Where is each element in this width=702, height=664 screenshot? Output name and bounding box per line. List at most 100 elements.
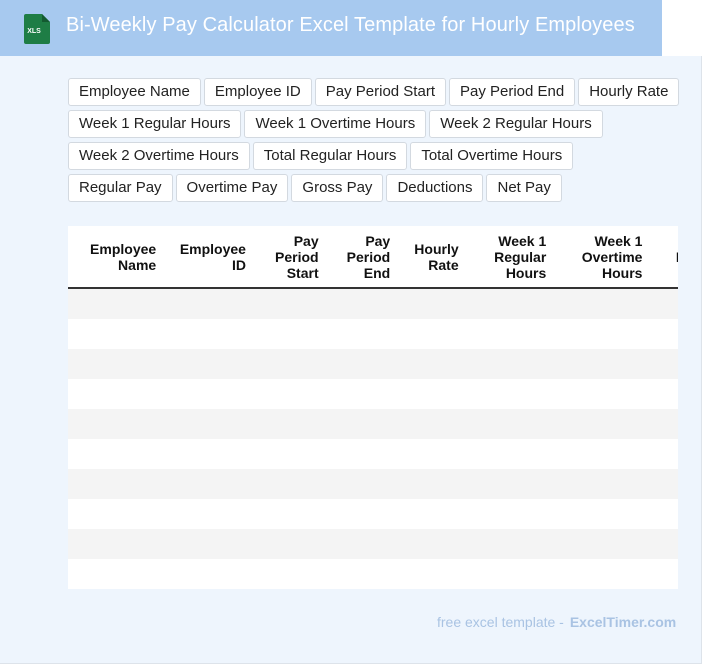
table-cell[interactable]	[326, 469, 399, 499]
table-cell[interactable]	[466, 499, 555, 529]
table-cell[interactable]	[326, 559, 399, 589]
table-cell[interactable]	[164, 439, 254, 469]
table-cell[interactable]	[650, 469, 678, 499]
column-header[interactable]: Employee ID	[164, 226, 254, 289]
table-cell[interactable]	[68, 409, 165, 439]
table-cell[interactable]	[466, 379, 555, 409]
table-cell[interactable]	[398, 469, 467, 499]
field-chip[interactable]: Total Overtime Hours	[410, 142, 574, 170]
table-cell[interactable]	[68, 499, 165, 529]
column-header[interactable]: Week 1 Regular Hours	[466, 226, 555, 289]
table-cell[interactable]	[253, 379, 327, 409]
table-cell[interactable]	[326, 529, 399, 559]
field-chip[interactable]: Employee ID	[203, 78, 312, 106]
table-cell[interactable]	[466, 319, 555, 349]
footer-brand-link[interactable]: ExcelTimer.com	[570, 614, 676, 630]
table-cell[interactable]	[253, 349, 327, 379]
table-cell[interactable]	[466, 439, 555, 469]
table-cell[interactable]	[398, 379, 467, 409]
table-cell[interactable]	[466, 349, 555, 379]
column-header[interactable]: Employee Name	[68, 226, 165, 289]
table-cell[interactable]	[253, 409, 327, 439]
table-cell[interactable]	[554, 529, 651, 559]
table-cell[interactable]	[253, 469, 327, 499]
column-header[interactable]: Pay Period End	[326, 226, 399, 289]
table-cell[interactable]	[398, 409, 467, 439]
table-cell[interactable]	[650, 499, 678, 529]
table-cell[interactable]	[68, 559, 165, 589]
table-cell[interactable]	[164, 288, 254, 319]
table-cell[interactable]	[164, 349, 254, 379]
table-cell[interactable]	[253, 319, 327, 349]
table-cell[interactable]	[164, 379, 254, 409]
table-cell[interactable]	[650, 559, 678, 589]
column-header[interactable]: Week 1 Overtime Hours	[554, 226, 651, 289]
table-cell[interactable]	[326, 349, 399, 379]
table-cell[interactable]	[253, 529, 327, 559]
table-cell[interactable]	[164, 409, 254, 439]
field-chip[interactable]: Pay Period End	[448, 78, 576, 106]
column-header[interactable]: Week 2 Regular Hours	[650, 226, 678, 289]
table-cell[interactable]	[398, 529, 467, 559]
table-cell[interactable]	[253, 499, 327, 529]
field-chip[interactable]: Week 2 Overtime Hours	[68, 142, 250, 170]
table-cell[interactable]	[650, 439, 678, 469]
table-cell[interactable]	[326, 409, 399, 439]
table-cell[interactable]	[554, 499, 651, 529]
table-cell[interactable]	[398, 499, 467, 529]
table-cell[interactable]	[398, 349, 467, 379]
table-cell[interactable]	[326, 379, 399, 409]
field-chip[interactable]: Net Pay	[486, 174, 562, 202]
table-cell[interactable]	[650, 529, 678, 559]
table-cell[interactable]	[650, 409, 678, 439]
table-cell[interactable]	[68, 439, 165, 469]
table-cell[interactable]	[554, 379, 651, 409]
table-cell[interactable]	[554, 409, 651, 439]
table-cell[interactable]	[650, 319, 678, 349]
table-cell[interactable]	[466, 469, 555, 499]
table-cell[interactable]	[326, 439, 399, 469]
table-cell[interactable]	[650, 288, 678, 319]
field-chip[interactable]: Gross Pay	[291, 174, 384, 202]
column-header[interactable]: Hourly Rate	[398, 226, 467, 289]
table-cell[interactable]	[398, 559, 467, 589]
table-cell[interactable]	[164, 319, 254, 349]
table-cell[interactable]	[398, 319, 467, 349]
table-cell[interactable]	[466, 559, 555, 589]
table-cell[interactable]	[164, 559, 254, 589]
column-header[interactable]: Pay Period Start	[253, 226, 327, 289]
table-cell[interactable]	[326, 288, 399, 319]
table-cell[interactable]	[164, 469, 254, 499]
field-chip[interactable]: Regular Pay	[68, 174, 173, 202]
table-cell[interactable]	[253, 559, 327, 589]
table-cell[interactable]	[326, 319, 399, 349]
table-cell[interactable]	[554, 469, 651, 499]
table-cell[interactable]	[466, 288, 555, 319]
table-cell[interactable]	[398, 288, 467, 319]
table-cell[interactable]	[466, 529, 555, 559]
table-cell[interactable]	[466, 409, 555, 439]
field-chip[interactable]: Week 1 Overtime Hours	[244, 110, 427, 138]
field-chip[interactable]: Week 2 Regular Hours	[429, 110, 603, 138]
table-cell[interactable]	[650, 379, 678, 409]
table-cell[interactable]	[68, 319, 165, 349]
field-chip[interactable]: Total Regular Hours	[252, 142, 408, 170]
table-cell[interactable]	[554, 319, 651, 349]
table-cell[interactable]	[68, 379, 165, 409]
table-cell[interactable]	[164, 529, 254, 559]
table-cell[interactable]	[554, 559, 651, 589]
field-chip[interactable]: Pay Period Start	[314, 78, 446, 106]
table-cell[interactable]	[68, 469, 165, 499]
table-cell[interactable]	[164, 499, 254, 529]
field-chip[interactable]: Deductions	[386, 174, 484, 202]
field-chip[interactable]: Hourly Rate	[578, 78, 680, 106]
table-cell[interactable]	[253, 288, 327, 319]
field-chip[interactable]: Employee Name	[68, 78, 201, 106]
table-cell[interactable]	[650, 349, 678, 379]
table-cell[interactable]	[68, 529, 165, 559]
table-cell[interactable]	[398, 439, 467, 469]
table-cell[interactable]	[554, 439, 651, 469]
table-cell[interactable]	[68, 288, 165, 319]
table-cell[interactable]	[68, 349, 165, 379]
table-cell[interactable]	[253, 439, 327, 469]
